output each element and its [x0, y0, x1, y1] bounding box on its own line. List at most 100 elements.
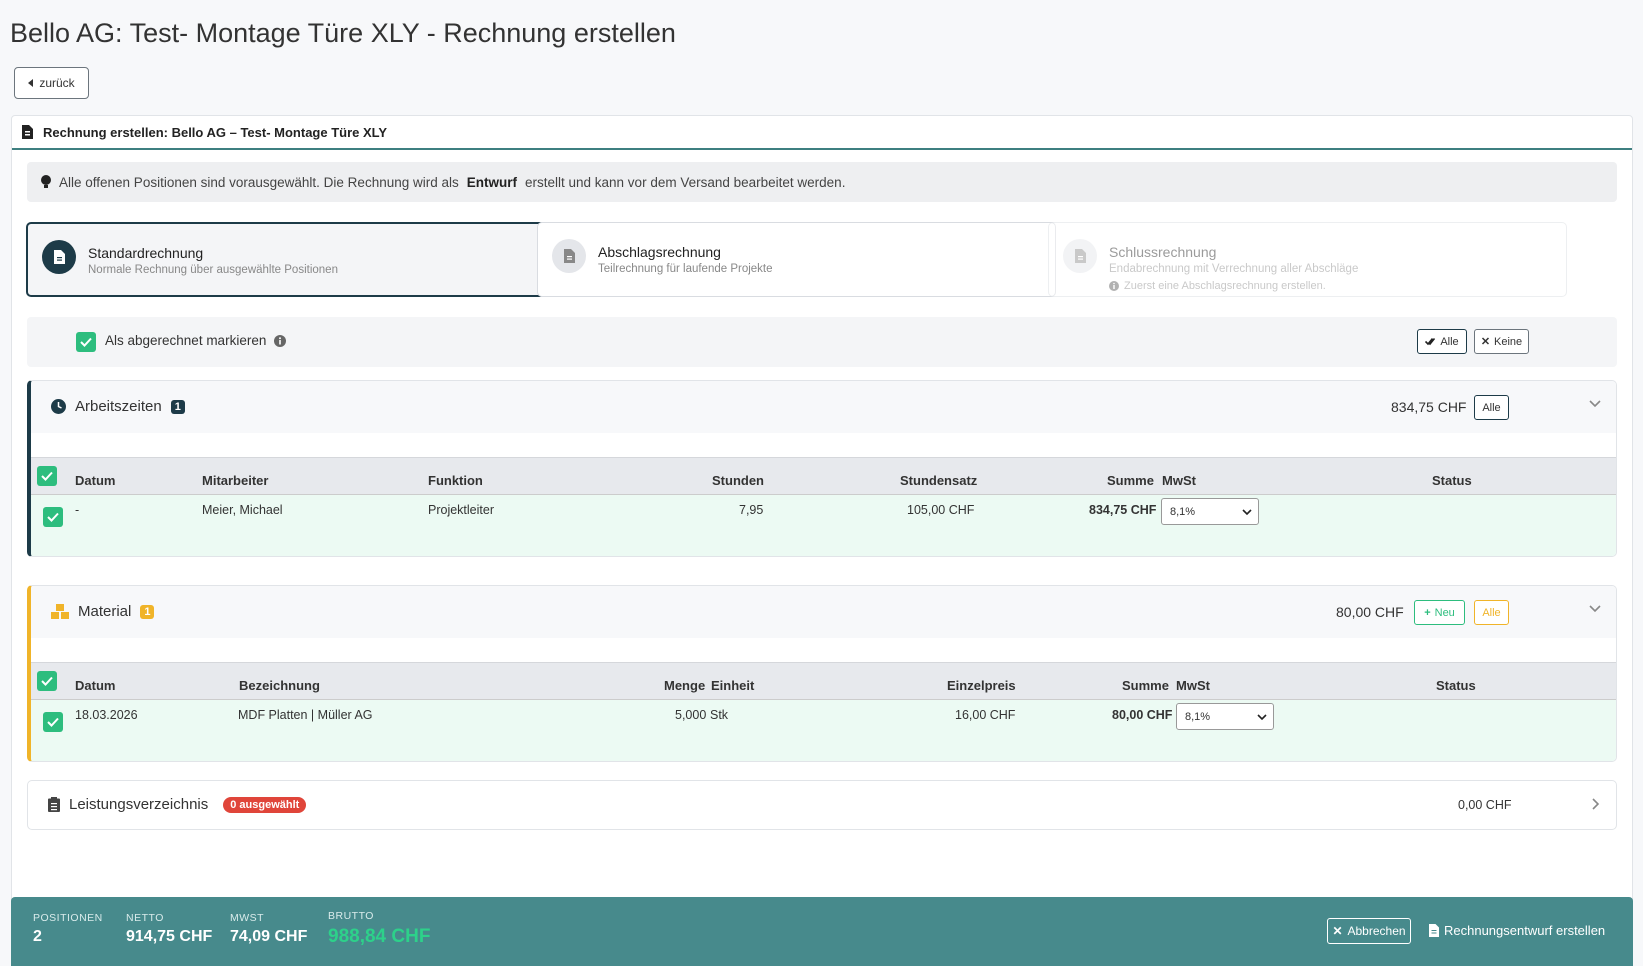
- section-sum: 834,75 CHF: [1391, 399, 1467, 415]
- type-subtitle: Teilrechnung für laufende Projekte: [598, 263, 773, 275]
- type-title: Abschlagsrechnung: [598, 244, 721, 260]
- cell-datum: 18.03.2026: [75, 708, 138, 722]
- type-title: Schlussrechnung: [1109, 244, 1217, 260]
- type-card-standard[interactable]: Standardrechnung Normale Rechnung über a…: [26, 222, 545, 297]
- chevron-down-icon[interactable]: [1588, 396, 1602, 410]
- check-icon: [47, 717, 59, 727]
- section-title: Leistungsverzeichnis 0 ausgewählt: [48, 796, 307, 813]
- section-title-text: Arbeitszeiten: [75, 398, 162, 415]
- cell-einzelpreis: 16,00 CHF: [955, 708, 1016, 722]
- file-invoice-icon: [552, 239, 586, 273]
- invoice-card: Rechnung erstellen: Bello AG – Test- Mon…: [11, 115, 1633, 966]
- section-sum: 0,00 CHF: [1458, 798, 1512, 812]
- select-none-button[interactable]: ✕ Keine: [1474, 329, 1529, 354]
- col-stundensatz: Stundensatz: [900, 473, 978, 488]
- col-status: Status: [1432, 473, 1472, 488]
- check-icon: [80, 337, 92, 347]
- caret-left-icon: [28, 79, 34, 87]
- cell-menge: 5,000: [675, 708, 707, 722]
- table-row: - Meier, Michael Projektleiter 7,95 105,…: [31, 495, 1616, 556]
- col-datum: Datum: [75, 473, 116, 488]
- stat-mwst: MWST 74,09 CHF: [230, 912, 307, 946]
- file-icon: [1429, 924, 1439, 937]
- count-badge: 1: [140, 604, 155, 619]
- x-icon: ✕: [1480, 336, 1491, 348]
- cell-summe: 834,75 CHF: [1089, 503, 1157, 517]
- clipboard-list-icon: [48, 797, 60, 812]
- select-all-label: Alle: [1440, 335, 1459, 348]
- mwst-value: 8,1%: [1185, 710, 1211, 723]
- x-icon: ✕: [1332, 924, 1343, 938]
- section-sum: 80,00 CHF: [1336, 604, 1404, 620]
- section-all-label: Alle: [1482, 401, 1501, 414]
- select-none-label: Keine: [1494, 335, 1523, 348]
- stat-value: 988,84 CHF: [328, 926, 431, 947]
- type-note-text: Zuerst eine Abschlagsrechnung erstellen.: [1124, 280, 1326, 292]
- cell-funktion: Projektleiter: [428, 503, 494, 517]
- mwst-select[interactable]: 8,1%: [1161, 498, 1259, 525]
- cell-stundensatz: 105,00 CHF: [907, 503, 975, 517]
- stat-value: 914,75 CHF: [126, 928, 213, 945]
- type-card-abschlag[interactable]: Abschlagsrechnung Teilrechnung für laufe…: [537, 222, 1056, 297]
- mark-label-text: Als abgerechnet markieren: [105, 333, 267, 348]
- create-draft-button[interactable]: Rechnungsentwurf erstellen: [1429, 923, 1605, 938]
- section-title: Material 1: [51, 603, 155, 620]
- section-title-text: Material: [78, 603, 132, 620]
- row-checkbox[interactable]: [43, 712, 63, 732]
- chevron-right-icon: [1592, 798, 1600, 810]
- lightbulb-icon: [41, 174, 51, 188]
- col-mwst: MwSt: [1176, 678, 1210, 693]
- section-header[interactable]: Material 1 80,00 CHF + Neu Alle: [31, 586, 1616, 638]
- count-badge: 1: [170, 399, 185, 414]
- info-text-bold: Entwurf: [466, 174, 517, 190]
- stat-value: 2: [33, 928, 42, 945]
- section-arbeitszeiten: Arbeitszeiten 1 834,75 CHF Alle Datum Mi…: [27, 380, 1617, 557]
- stat-label: NETTO: [126, 912, 164, 924]
- info-text-after: erstellt und kann vor dem Versand bearbe…: [525, 174, 846, 190]
- stat-label: MWST: [230, 912, 265, 924]
- boxes-icon: [51, 604, 69, 619]
- stat-brutto: BRUTTO 988,84 CHF: [328, 910, 430, 948]
- cell-stunden: 7,95: [739, 503, 764, 517]
- col-summe: Summe: [1107, 473, 1154, 488]
- section-material: Material 1 80,00 CHF + Neu Alle Datum Be…: [27, 585, 1617, 762]
- mark-bar: Als abgerechnet markieren Alle ✕ Keine: [27, 317, 1617, 367]
- col-mitarbeiter: Mitarbeiter: [202, 473, 269, 488]
- stat-label: POSITIONEN: [33, 912, 103, 924]
- section-all-button[interactable]: Alle: [1474, 600, 1509, 625]
- file-lines-icon: [1063, 239, 1097, 273]
- cancel-button[interactable]: ✕ Abbrechen: [1327, 918, 1411, 944]
- type-subtitle: Normale Rechnung über ausgewählte Positi…: [88, 264, 338, 276]
- row-checkbox[interactable]: [43, 507, 63, 527]
- check-icon: [41, 676, 53, 686]
- col-einzelpreis: Einzelpreis: [947, 678, 1016, 693]
- chevron-down-icon[interactable]: [1588, 601, 1602, 615]
- select-all-rows-checkbox[interactable]: [37, 671, 57, 691]
- section-header[interactable]: Arbeitszeiten 1 834,75 CHF Alle: [31, 381, 1616, 433]
- stat-netto: NETTO 914,75 CHF: [126, 912, 212, 946]
- col-mwst: MwSt: [1162, 473, 1196, 488]
- select-all-rows-checkbox[interactable]: [37, 466, 57, 486]
- section-leistungsverzeichnis[interactable]: Leistungsverzeichnis 0 ausgewählt 0,00 C…: [27, 780, 1617, 830]
- type-subtitle: Endabrechnung mit Verrechnung aller Absc…: [1109, 263, 1359, 275]
- section-all-button[interactable]: Alle: [1474, 395, 1509, 420]
- table-header: Datum Bezeichnung Menge Einheit Einzelpr…: [31, 662, 1616, 700]
- mark-checkbox[interactable]: [76, 332, 96, 352]
- col-funktion: Funktion: [428, 473, 483, 488]
- select-all-button[interactable]: Alle: [1417, 329, 1467, 354]
- back-button[interactable]: zurück: [14, 67, 89, 99]
- info-circle-icon: [1109, 281, 1119, 291]
- chevron-down-icon: [1257, 713, 1267, 720]
- add-material-button[interactable]: + Neu: [1414, 600, 1465, 625]
- section-title-text: Leistungsverzeichnis: [69, 796, 209, 813]
- plus-icon: +: [1424, 606, 1431, 619]
- table-header: Datum Mitarbeiter Funktion Stunden Stund…: [31, 457, 1616, 495]
- cell-einheit: Stk: [710, 708, 729, 722]
- cell-mitarbeiter: Meier, Michael: [202, 503, 283, 517]
- create-draft-label: Rechnungsentwurf erstellen: [1444, 923, 1606, 938]
- col-einheit: Einheit: [711, 678, 755, 693]
- cancel-label: Abbrechen: [1347, 924, 1406, 938]
- col-menge: Menge: [664, 678, 706, 693]
- mwst-select[interactable]: 8,1%: [1176, 703, 1274, 730]
- card-header: Rechnung erstellen: Bello AG – Test- Mon…: [12, 116, 1632, 150]
